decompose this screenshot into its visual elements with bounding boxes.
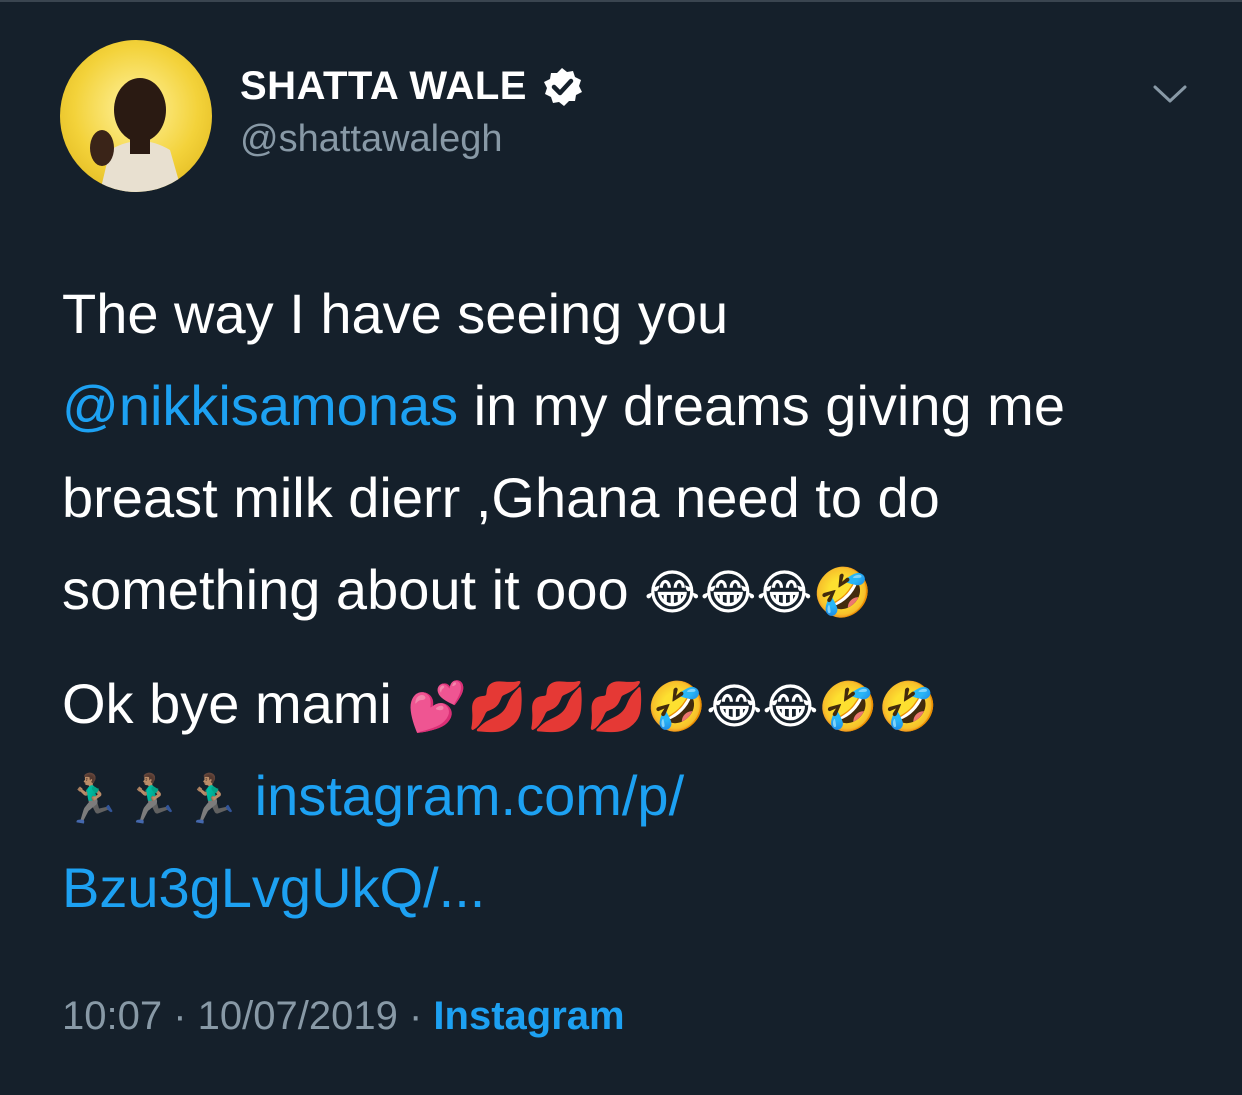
tweet-text-segment: Ok bye mami <box>62 672 408 735</box>
mention-link[interactable]: @nikkisamonas <box>62 374 458 437</box>
tweet-line: something about it ooo 😂😂😂🤣 <box>62 544 1192 636</box>
tweet-line: Bzu3gLvgUkQ/... <box>62 842 1192 934</box>
user-handle[interactable]: @shattawalegh <box>240 118 503 161</box>
emoji-group: 😂😂😂🤣 <box>644 567 873 620</box>
chevron-down-icon[interactable] <box>1152 82 1188 106</box>
instagram-link-continued[interactable]: Bzu3gLvgUkQ/... <box>62 856 485 919</box>
tweet-line: Ok bye mami 💕💋💋💋🤣😂😂🤣🤣 <box>62 658 1192 750</box>
emoji-group: 🏃🏽‍♂️🏃🏽‍♂️🏃🏽‍♂️ <box>62 773 255 826</box>
emoji-group: 💕💋💋💋🤣😂😂🤣🤣 <box>407 681 938 734</box>
verified-badge-icon <box>541 66 583 108</box>
tweet-meta: 10:07 · 10/07/2019 · Instagram <box>62 994 625 1039</box>
tweet-line: breast milk dierr ,Ghana need to do <box>62 466 940 529</box>
tweet-line: 🏃🏽‍♂️🏃🏽‍♂️🏃🏽‍♂️ instagram.com/p/ <box>62 750 1192 842</box>
tweet-date: 10/07/2019 <box>197 994 398 1038</box>
tweet-source-link[interactable]: Instagram <box>433 994 624 1038</box>
tweet-time: 10:07 <box>62 994 163 1038</box>
instagram-link[interactable]: instagram.com/p/ <box>255 764 685 827</box>
tweet-line: @nikkisamonas in my dreams giving me <box>62 360 1192 452</box>
avatar[interactable] <box>60 40 212 192</box>
top-divider <box>0 0 1242 2</box>
avatar-image <box>90 78 182 192</box>
tweet-text-segment: something about it ooo <box>62 558 645 621</box>
tweet-text-segment: in my dreams giving me <box>458 374 1065 437</box>
separator: · <box>397 994 434 1038</box>
tweet-line: The way I have seeing you <box>62 282 729 345</box>
display-name[interactable]: SHATTA WALE <box>240 64 527 109</box>
tweet-text: The way I have seeing you @nikkisamonas … <box>62 268 1192 934</box>
separator: · <box>162 994 198 1038</box>
